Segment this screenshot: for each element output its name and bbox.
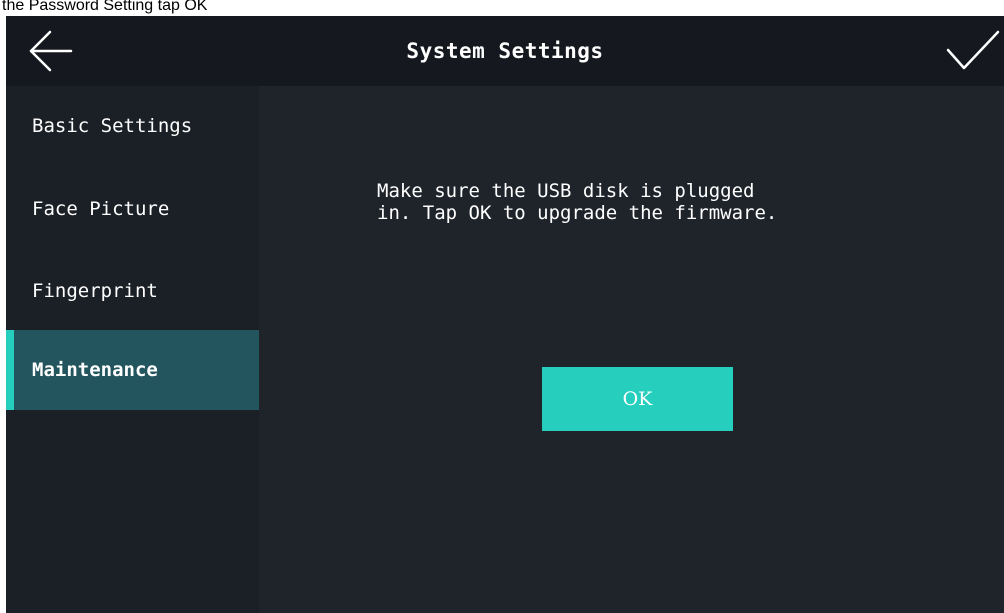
sidebar-item-label: Maintenance [32, 359, 158, 381]
upgrade-message: Make sure the USB disk is plugged in. Ta… [377, 180, 897, 224]
sidebar-item-face-picture[interactable]: Face Picture [6, 169, 259, 249]
sidebar-item-label: Basic Settings [32, 115, 193, 137]
device-screen: System Settings Basic Settings Face Pict… [6, 16, 1004, 613]
sidebar-item-maintenance[interactable]: Maintenance [6, 330, 259, 410]
back-arrow-icon [29, 30, 73, 72]
checkmark-icon [946, 30, 1000, 70]
back-button[interactable] [26, 28, 74, 74]
ok-button[interactable]: OK [542, 367, 733, 431]
sidebar-item-label: Fingerprint [32, 280, 158, 302]
message-line-2: in. Tap OK to upgrade the firmware. [377, 202, 778, 224]
sidebar-item-basic-settings[interactable]: Basic Settings [6, 86, 259, 166]
sidebar-item-fingerprint[interactable]: Fingerprint [6, 251, 259, 331]
message-line-1: Make sure the USB disk is plugged [377, 180, 755, 202]
main-content: Make sure the USB disk is plugged in. Ta… [259, 86, 1004, 613]
sidebar: Basic Settings Face Picture Fingerprint … [6, 86, 259, 613]
page-title: System Settings [406, 39, 604, 63]
active-indicator [6, 330, 14, 410]
sidebar-item-label: Face Picture [32, 198, 170, 220]
title-bar: System Settings [6, 16, 1004, 86]
confirm-button[interactable] [944, 28, 1000, 74]
